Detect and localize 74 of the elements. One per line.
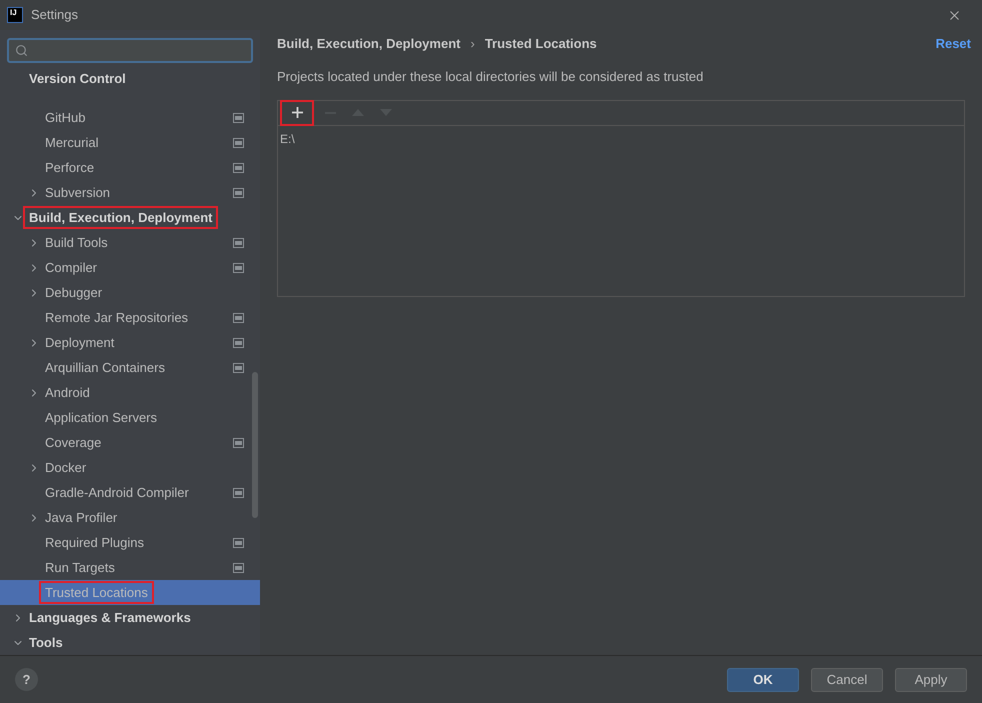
project-scope-icon [233, 162, 244, 172]
tree-item-label: Build, Execution, Deployment [23, 206, 218, 229]
reset-link[interactable]: Reset [936, 34, 971, 54]
tree-item[interactable]: Gradle-Android Compiler [0, 480, 260, 505]
tree-item[interactable]: Perforce [0, 155, 260, 180]
tree-item[interactable]: Android [0, 380, 260, 405]
app-logo: IJ [7, 7, 23, 23]
project-scope-icon [233, 188, 244, 198]
tree-item[interactable]: Application Servers [0, 405, 260, 430]
search-field[interactable] [7, 38, 253, 63]
tree-item-label: Gradle-Android Compiler [44, 484, 190, 502]
tree-item-label: Arquillian Containers [44, 359, 166, 377]
tree-item[interactable]: Docker [0, 455, 260, 480]
section-header: Version Control [29, 70, 126, 88]
tree-item-label: Remote Jar Repositories [44, 309, 190, 327]
tree-item[interactable]: Run Targets [0, 555, 260, 580]
tree-item-label: Java Profiler [44, 509, 118, 527]
tree-item[interactable]: Deployment [0, 330, 260, 355]
tree-item-label: Build Tools [44, 234, 109, 252]
scrollbar-thumb[interactable] [252, 372, 258, 518]
tree-item[interactable]: Build Tools [0, 230, 260, 255]
tree-item[interactable]: Debugger [0, 280, 260, 305]
dialog-button[interactable]: OK [727, 668, 799, 692]
project-scope-icon [233, 112, 244, 122]
tree-item[interactable]: Tools [0, 630, 260, 655]
breadcrumb-current: Trusted Locations [484, 35, 597, 54]
tree-item-label: Required Plugins [44, 534, 146, 552]
tree-item-label: Docker [44, 459, 88, 477]
project-scope-icon [233, 438, 244, 448]
tree-item[interactable]: Java Profiler [0, 505, 260, 530]
tree-item-label: Deployment [44, 334, 116, 352]
dialog-button[interactable]: Cancel [811, 668, 883, 692]
breadcrumb-parent[interactable]: Build, Execution, Deployment [277, 34, 460, 54]
tree-item[interactable]: Arquillian Containers [0, 355, 260, 380]
tree-item-label: Debugger [44, 284, 104, 302]
tree-item-label: Trusted Locations [39, 581, 154, 604]
project-scope-icon [233, 488, 244, 498]
tree-item[interactable]: Required Plugins [0, 530, 260, 555]
tree-item-label: Run Targets [44, 559, 116, 577]
project-scope-icon [233, 262, 244, 272]
tree-item-label: Tools [28, 634, 64, 652]
tree-item-label: Coverage [44, 434, 102, 452]
tree-item[interactable]: GitHub [0, 105, 260, 130]
tree-item[interactable]: Coverage [0, 430, 260, 455]
project-scope-icon [233, 338, 244, 348]
help-button[interactable]: ? [15, 668, 38, 691]
tree-item[interactable]: Mercurial [0, 130, 260, 155]
tree-item-label: Compiler [44, 259, 98, 277]
tree-item-label: Languages & Frameworks [28, 609, 192, 627]
location-entry[interactable]: E:\ [280, 130, 962, 148]
tree-item[interactable]: Compiler [0, 255, 260, 280]
window-title: Settings [31, 6, 78, 24]
tree-item-label: Subversion [44, 184, 112, 202]
project-scope-icon [233, 362, 244, 372]
project-scope-icon [233, 138, 244, 148]
tree-item-label: GitHub [44, 109, 86, 127]
project-scope-icon [233, 538, 244, 548]
project-scope-icon [233, 312, 244, 322]
tree-item[interactable]: Subversion [0, 180, 260, 205]
description-text: Projects located under these local directories will be considered as trusted [277, 68, 704, 86]
tree-item-label: Android [44, 384, 91, 402]
breadcrumb-separator: › [470, 35, 475, 54]
dialog-button[interactable]: Apply [895, 668, 967, 692]
tree-item-label: Mercurial [44, 134, 100, 152]
tree-item-label: Application Servers [44, 409, 158, 427]
tree-item-label: Perforce [44, 159, 96, 177]
tree-item[interactable]: Build, Execution, Deployment [0, 205, 260, 230]
tree-item[interactable]: Remote Jar Repositories [0, 305, 260, 330]
plus-icon [292, 107, 302, 118]
search-icon [15, 44, 28, 57]
toolbar-button[interactable] [280, 100, 314, 126]
project-scope-icon [233, 562, 244, 572]
project-scope-icon [233, 238, 244, 248]
tree-item[interactable]: Languages & Frameworks [0, 605, 260, 630]
